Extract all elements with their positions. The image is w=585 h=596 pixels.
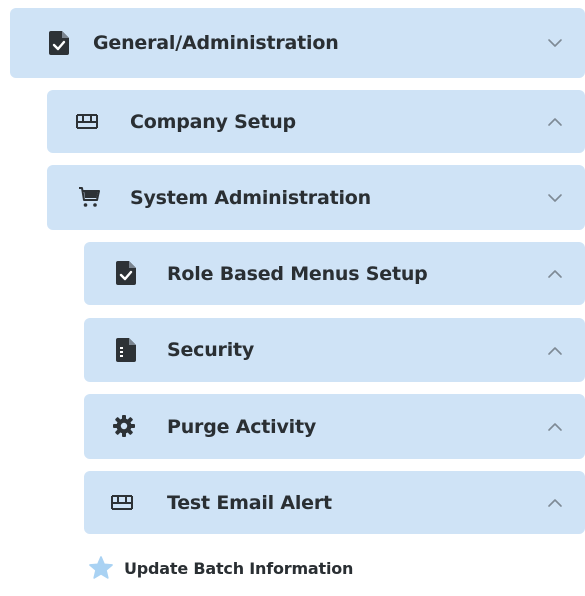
menu-item-label: Update Batch Information <box>124 558 354 578</box>
star-icon <box>88 555 114 581</box>
chevron-up-icon[interactable] <box>547 343 563 359</box>
chevron-up-icon[interactable] <box>547 266 563 282</box>
menu-item-label: Role Based Menus Setup <box>167 262 428 285</box>
chevron-up-icon[interactable] <box>547 495 563 511</box>
menu-item-label: Security <box>167 339 255 361</box>
bed-icon <box>75 109 99 133</box>
menu-item-label: Purge Activity <box>167 415 317 438</box>
document-list-icon <box>114 338 138 362</box>
menu-item-role-based-menus-setup[interactable]: Role Based Menus Setup <box>84 242 585 305</box>
document-check-icon <box>47 31 71 55</box>
menu-item-label: System Administration <box>130 186 371 209</box>
chevron-down-icon[interactable] <box>547 190 563 206</box>
chevron-down-icon[interactable] <box>547 35 563 51</box>
gear-icon <box>112 414 136 438</box>
menu-item-label: General/Administration <box>93 32 339 54</box>
chevron-up-icon[interactable] <box>547 419 563 435</box>
bed-icon <box>110 490 134 514</box>
menu-item-system-administration[interactable]: System Administration <box>47 165 585 230</box>
menu-item-label: Test Email Alert <box>167 491 332 514</box>
document-check-icon <box>114 261 138 285</box>
menu-item-test-email-alert[interactable]: Test Email Alert <box>84 471 585 534</box>
menu-item-company-setup[interactable]: Company Setup <box>47 90 585 153</box>
menu-item-security[interactable]: Security <box>84 318 585 382</box>
chevron-up-icon[interactable] <box>547 114 563 130</box>
menu-item-purge-activity[interactable]: Purge Activity <box>84 394 585 459</box>
cart-icon <box>77 185 101 209</box>
menu-item-general-administration[interactable]: General/Administration <box>10 8 585 78</box>
menu-item-update-batch-information[interactable]: Update Batch Information <box>88 555 353 581</box>
menu-item-label: Company Setup <box>130 110 296 133</box>
